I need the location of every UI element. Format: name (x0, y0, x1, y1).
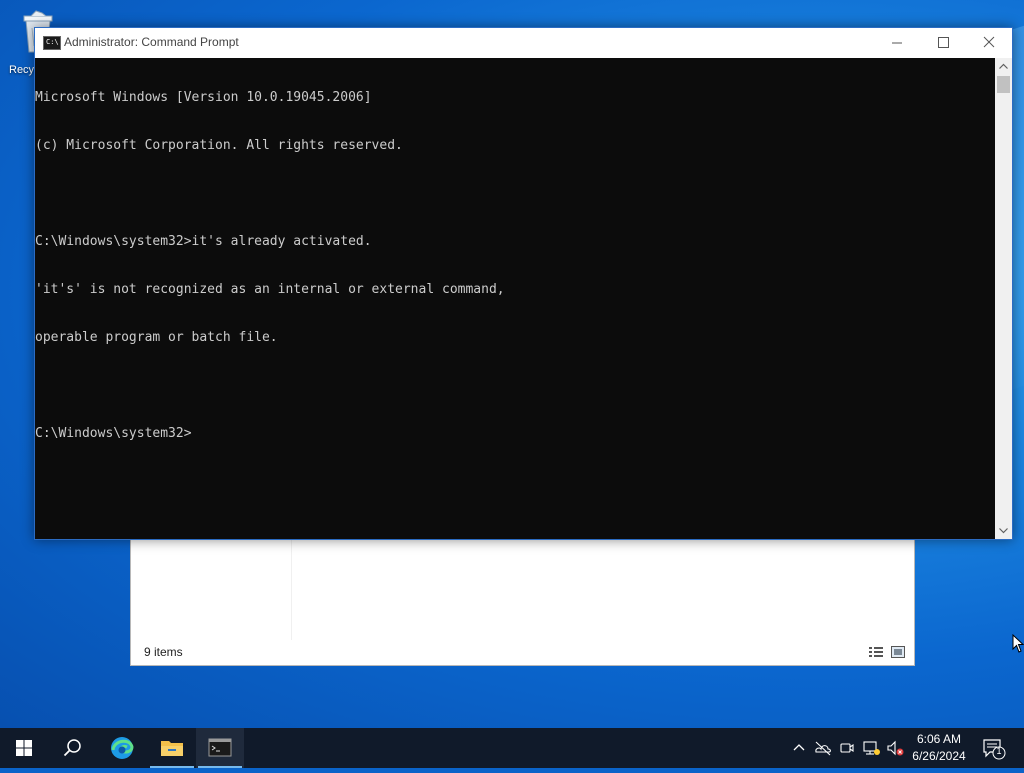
search-button[interactable] (48, 728, 96, 768)
close-icon (983, 36, 995, 48)
maximize-button[interactable] (920, 28, 966, 58)
meet-now-icon[interactable] (837, 738, 857, 758)
search-icon (63, 739, 81, 757)
large-icons-view-icon[interactable] (891, 646, 905, 658)
console-output[interactable]: Microsoft Windows [Version 10.0.19045.20… (35, 58, 995, 539)
desktop: Recycle Bin 9 items C:\ Administrator: C… (0, 0, 1024, 728)
vertical-scrollbar[interactable] (995, 58, 1012, 539)
console-line: Microsoft Windows [Version 10.0.19045.20… (35, 90, 372, 105)
item-count: 9 items (144, 645, 183, 659)
scrollbar-thumb[interactable] (997, 76, 1010, 93)
details-view-icon[interactable] (869, 646, 883, 658)
window-title: Administrator: Command Prompt (64, 35, 239, 49)
taskbar-file-explorer[interactable] (148, 728, 196, 768)
mouse-cursor-icon (1012, 634, 1024, 653)
minimize-icon (892, 42, 902, 44)
folder-icon (161, 741, 183, 756)
chevron-down-icon (999, 528, 1008, 534)
action-center-button[interactable]: 1 (976, 728, 1016, 768)
navigation-pane-divider (291, 536, 292, 640)
start-button[interactable] (0, 728, 48, 768)
notification-count: 1 (996, 746, 1002, 756)
cmd-title-bar[interactable]: C:\ Administrator: Command Prompt (35, 28, 1012, 58)
scroll-down-button[interactable] (995, 522, 1012, 539)
system-clock[interactable]: 6:06 AM 6/26/2024 (908, 731, 970, 765)
edge-icon (111, 737, 134, 759)
file-explorer-window[interactable]: 9 items (130, 536, 915, 666)
chevron-up-icon[interactable] (789, 738, 809, 758)
console-prompt-line[interactable]: C:\Windows\system32> (35, 426, 995, 442)
close-button[interactable] (966, 28, 1012, 58)
command-prompt-window[interactable]: C:\ Administrator: Command Prompt Micros… (34, 27, 1013, 540)
clock-time: 6:06 AM (916, 732, 962, 746)
console-line: 'it's' is not recognized as an internal … (35, 282, 505, 297)
taskbar-edge[interactable] (98, 728, 146, 768)
volume-muted-icon[interactable] (885, 738, 905, 758)
clock-date: 6/26/2024 (912, 749, 966, 763)
network-icon[interactable] (861, 738, 881, 758)
console-line: operable program or batch file. (35, 330, 278, 345)
taskbar: 6:06 AM 6/26/2024 1 (0, 728, 1024, 768)
chevron-up-icon (999, 63, 1008, 69)
taskbar-command-prompt[interactable] (196, 728, 244, 768)
onedrive-icon[interactable] (813, 738, 833, 758)
minimize-button[interactable] (874, 28, 920, 58)
command-prompt-app-icon[interactable]: C:\ (43, 36, 61, 50)
terminal-icon (208, 738, 232, 757)
scroll-up-button[interactable] (995, 58, 1012, 75)
maximize-icon (938, 37, 949, 48)
app-icon-text: C:\ (46, 38, 59, 46)
explorer-status-bar: 9 items (131, 641, 914, 665)
console-line: (c) Microsoft Corporation. All rights re… (35, 138, 403, 153)
console-line: C:\Windows\system32>it's already activat… (35, 234, 372, 249)
windows-logo-icon (16, 740, 32, 756)
